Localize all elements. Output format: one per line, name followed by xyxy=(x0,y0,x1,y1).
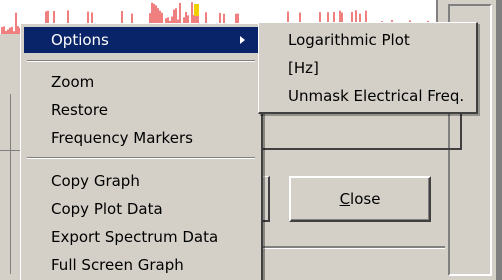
menu-item-copy-graph-label: Copy Graph xyxy=(51,172,140,190)
menu-item-export-spectrum-data[interactable]: Export Spectrum Data xyxy=(24,224,259,250)
menu-item-full-screen-graph-label: Full Screen Graph xyxy=(51,256,184,274)
submenu-item-unmask-electrical-freq[interactable]: Unmask Electrical Freq. xyxy=(261,82,473,110)
submenu-item-hz-label: [Hz] xyxy=(288,59,319,77)
submenu-item-logarithmic-plot[interactable]: Logarithmic Plot xyxy=(261,26,473,54)
menu-item-full-screen-graph[interactable]: Full Screen Graph xyxy=(24,252,259,278)
menu-item-frequency-markers-label: Frequency Markers xyxy=(51,129,193,147)
partially-hidden-button[interactable] xyxy=(262,176,270,222)
context-menu: Options Zoom Restore Frequency Markers C… xyxy=(20,23,263,280)
menu-item-export-spectrum-data-label: Export Spectrum Data xyxy=(51,228,219,246)
menu-item-frequency-markers[interactable]: Frequency Markers xyxy=(24,125,259,151)
submenu-item-unmask-electrical-freq-label: Unmask Electrical Freq. xyxy=(288,87,465,105)
menu-separator xyxy=(27,60,255,62)
menu-item-options-label: Options xyxy=(51,31,109,49)
submenu-arrow-icon xyxy=(240,36,245,44)
frequency-marker xyxy=(194,4,199,16)
close-button[interactable]: Close xyxy=(289,176,431,222)
close-button-label-rest: lose xyxy=(350,190,381,208)
options-submenu: Logarithmic Plot [Hz] Unmask Electrical … xyxy=(258,22,478,114)
menu-item-copy-plot-data-label: Copy Plot Data xyxy=(51,200,163,218)
menu-item-zoom[interactable]: Zoom xyxy=(24,69,259,95)
left-strip xyxy=(0,34,20,280)
menu-item-options[interactable]: Options xyxy=(24,27,259,53)
menu-item-restore[interactable]: Restore xyxy=(24,97,259,123)
close-button-mnemonic: C xyxy=(339,190,351,208)
bottom-divider-highlight xyxy=(255,248,445,249)
menu-item-copy-plot-data[interactable]: Copy Plot Data xyxy=(24,196,259,222)
menu-item-copy-graph[interactable]: Copy Graph xyxy=(24,168,259,194)
right-panel-edge xyxy=(496,0,502,280)
menu-item-zoom-label: Zoom xyxy=(51,73,95,91)
submenu-item-logarithmic-plot-label: Logarithmic Plot xyxy=(288,31,410,49)
left-strip-rule xyxy=(0,150,20,151)
menu-separator xyxy=(27,157,255,159)
submenu-item-hz[interactable]: [Hz] xyxy=(261,54,473,82)
close-button-label: Close xyxy=(340,190,381,208)
menu-item-restore-label: Restore xyxy=(51,101,108,119)
application-window: Close Options Zoom Restore Frequency Mar… xyxy=(0,0,502,280)
left-strip-divider xyxy=(10,94,11,274)
